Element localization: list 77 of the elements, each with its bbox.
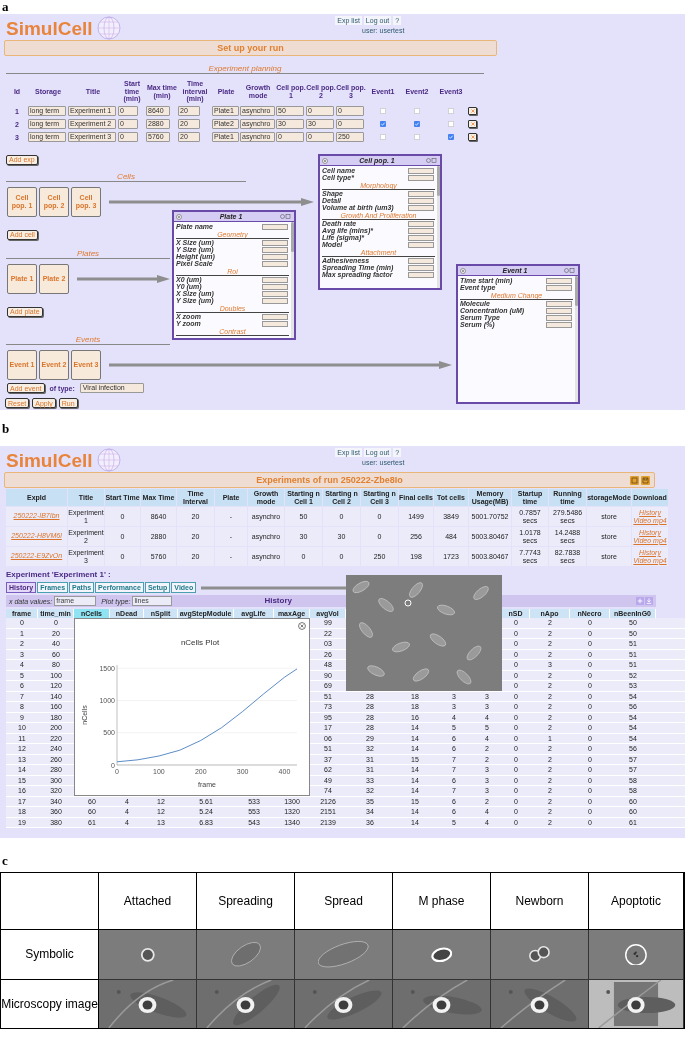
cell-symbol-drawing (430, 946, 453, 963)
save-icon[interactable] (641, 476, 650, 485)
input-field[interactable] (408, 241, 434, 248)
delete-button[interactable] (468, 120, 477, 128)
input-field[interactable] (262, 260, 288, 267)
input-field[interactable] (408, 220, 434, 227)
panel-label: c (1, 854, 9, 868)
input-field[interactable] (408, 227, 434, 234)
banner-title: Set up your run (217, 43, 284, 53)
delete-button[interactable] (468, 107, 477, 115)
input-field[interactable] (262, 276, 288, 283)
window-controls-icon[interactable] (426, 158, 438, 163)
delete-button[interactable] (468, 133, 477, 141)
panel-label: a (1, 0, 10, 14)
input-field[interactable] (546, 277, 572, 284)
input-field[interactable] (262, 246, 288, 253)
input-field[interactable] (262, 297, 288, 304)
input-field[interactable] (546, 284, 572, 291)
window-controls-icon[interactable] (280, 214, 292, 219)
panel-label: b (1, 422, 11, 436)
section-heading: Plates (76, 250, 100, 258)
cell-symbol-drawing (230, 942, 261, 967)
input-field[interactable] (546, 300, 572, 307)
checkbox[interactable] (380, 108, 386, 114)
checkbox[interactable] (448, 121, 454, 127)
logo-text: SimulCell (6, 450, 93, 470)
input-field[interactable] (408, 167, 434, 174)
input-field[interactable] (408, 190, 434, 197)
globe-logo-icon (96, 448, 121, 472)
input-field[interactable] (262, 239, 288, 246)
section-heading: Events (75, 336, 101, 344)
logo-text: SimulCell (6, 18, 93, 38)
cell-symbol-drawing (625, 943, 647, 966)
banner-title: Experiments of run 250222-Zbe8Io (256, 475, 403, 485)
checkbox[interactable] (448, 134, 454, 140)
checkbox[interactable] (414, 121, 420, 127)
input-field[interactable] (546, 321, 572, 328)
input-field[interactable] (262, 283, 288, 290)
input-field[interactable] (546, 307, 572, 314)
input-field[interactable] (408, 174, 434, 181)
input-field[interactable] (408, 271, 434, 278)
close-icon[interactable] (176, 213, 182, 220)
checkbox[interactable] (414, 108, 420, 114)
checkbox[interactable] (380, 121, 386, 127)
close-icon (470, 109, 475, 113)
globe-logo-icon (96, 16, 121, 40)
copy-icon[interactable] (630, 476, 639, 485)
input-field[interactable] (408, 257, 434, 264)
section-heading: Cells (117, 173, 135, 181)
checkbox[interactable] (380, 134, 386, 140)
input-field[interactable] (262, 320, 288, 327)
experiment-heading: Experiment 'Experiment 1' : (6, 571, 112, 579)
input-field[interactable] (262, 223, 288, 230)
cell-symbol-drawing (529, 946, 550, 963)
cell-symbol-drawing (318, 941, 369, 968)
close-icon[interactable] (460, 267, 466, 274)
download-icon[interactable] (645, 597, 653, 605)
section-heading: Experiment planning (208, 65, 282, 73)
close-icon (470, 122, 475, 126)
add-icon[interactable] (636, 597, 644, 605)
input-field[interactable] (262, 313, 288, 320)
input-field[interactable] (262, 253, 288, 260)
checkbox[interactable] (414, 134, 420, 140)
input-field[interactable] (408, 204, 434, 211)
toolbar-title: History (264, 597, 292, 605)
input-field[interactable] (408, 197, 434, 204)
chart-title: nCells Plot (180, 638, 220, 647)
close-icon[interactable] (298, 622, 306, 630)
close-icon[interactable] (322, 157, 328, 164)
window-controls-icon[interactable] (564, 268, 576, 273)
input-field[interactable] (262, 290, 288, 297)
input-field[interactable] (546, 314, 572, 321)
cell-symbol-drawing (139, 946, 156, 963)
input-field[interactable] (408, 264, 434, 271)
input-field[interactable] (408, 234, 434, 241)
checkbox[interactable] (448, 108, 454, 114)
close-icon (470, 135, 475, 139)
